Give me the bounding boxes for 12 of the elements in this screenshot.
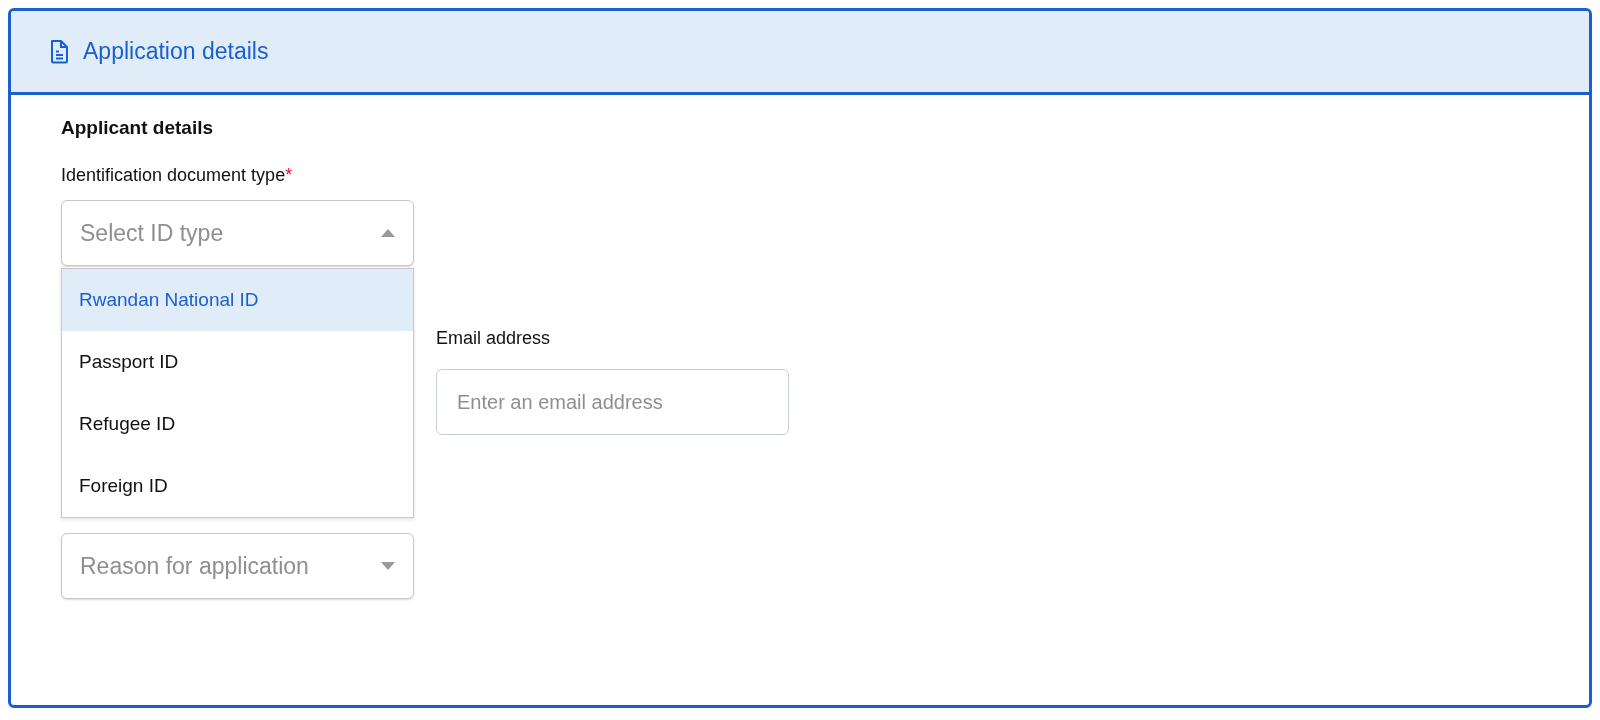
- dropdown-option[interactable]: Foreign ID: [62, 455, 413, 517]
- dropdown-option[interactable]: Passport ID: [62, 331, 413, 393]
- document-icon: [49, 39, 69, 64]
- dropdown-option[interactable]: Refugee ID: [62, 393, 413, 455]
- panel-title: Application details: [83, 38, 269, 65]
- caret-icon: [381, 562, 395, 570]
- caret-icon: [381, 229, 395, 237]
- dropdown-option[interactable]: Rwandan National ID: [62, 269, 413, 331]
- section-heading: Applicant details: [61, 117, 215, 139]
- field-label: Identification document type*: [61, 165, 294, 186]
- field-label: Email address: [436, 328, 552, 349]
- email-field[interactable]: Enter an email address: [436, 369, 789, 435]
